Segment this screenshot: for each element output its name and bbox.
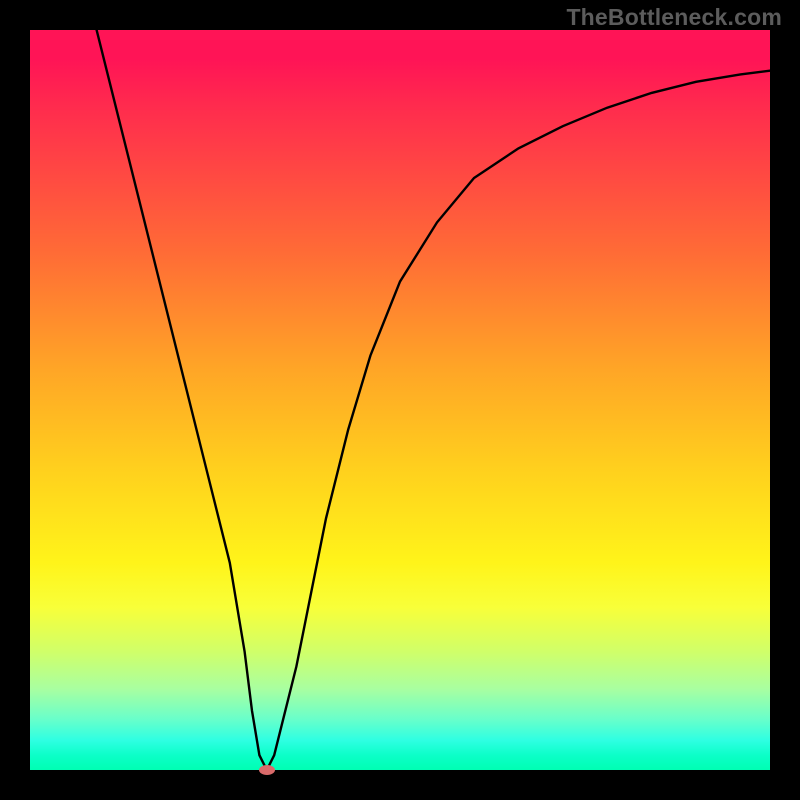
watermark-text: TheBottleneck.com [566,4,782,31]
curve-svg [30,30,770,770]
optimal-marker [259,765,275,775]
chart-frame: TheBottleneck.com [0,0,800,800]
bottleneck-curve [97,30,770,770]
plot-area [30,30,770,770]
